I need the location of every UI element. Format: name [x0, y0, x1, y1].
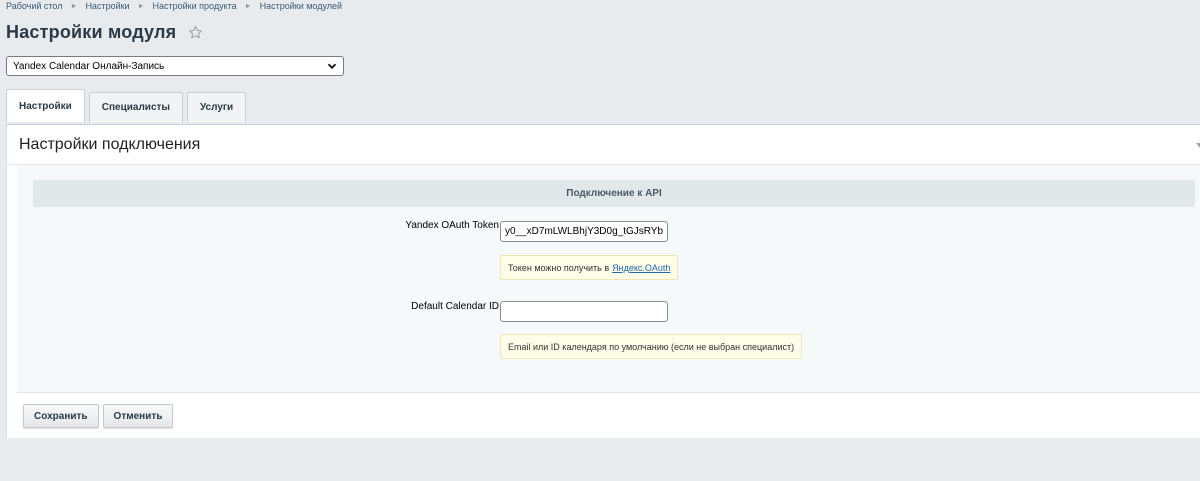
chevron-right-icon: ► — [244, 2, 252, 10]
oauth-token-label: Yandex OAuth Token — [405, 220, 499, 231]
panel-header: Настройки подключения — [7, 125, 1200, 165]
title-row: Настройки модуля — [6, 22, 203, 43]
breadcrumb-item-product-settings[interactable]: Настройки продукта — [153, 1, 237, 11]
save-button[interactable]: Сохранить — [23, 404, 99, 428]
yandex-oauth-link[interactable]: Яндекс.OAuth — [612, 263, 670, 273]
collapse-arrow-icon[interactable] — [1196, 143, 1200, 149]
tab-services[interactable]: Услуги — [186, 92, 247, 122]
oauth-token-input[interactable] — [500, 221, 668, 242]
breadcrumb: Рабочий стол ► Настройки ► Настройки про… — [6, 1, 342, 11]
calendar-id-input[interactable] — [500, 301, 668, 322]
tab-bar: Настройки Специалисты Услуги — [6, 89, 250, 122]
chevron-right-icon: ► — [70, 2, 78, 10]
breadcrumb-item-settings[interactable]: Настройки — [85, 1, 129, 11]
breadcrumb-item-desktop[interactable]: Рабочий стол — [6, 1, 63, 11]
module-select[interactable]: Yandex Calendar Онлайн-Запись — [6, 56, 344, 76]
tab-specialists[interactable]: Специалисты — [88, 92, 183, 122]
breadcrumb-item-module-settings[interactable]: Настройки модулей — [260, 1, 342, 11]
star-icon[interactable] — [188, 25, 203, 40]
section-heading: Подключение к API — [33, 180, 1195, 207]
chevron-right-icon: ► — [137, 2, 145, 10]
oauth-token-hint-text: Токен можно получить в — [508, 262, 610, 273]
calendar-id-label: Default Calendar ID — [411, 301, 499, 312]
tab-settings[interactable]: Настройки — [6, 89, 85, 122]
calendar-id-hint-text: Email или ID календаря по умолчанию (есл… — [508, 341, 795, 352]
page-title: Настройки модуля — [6, 22, 177, 42]
module-select-value: Yandex Calendar Онлайн-Запись — [13, 60, 165, 72]
footer-buttons: Сохранить Отменить — [23, 404, 177, 428]
chevron-down-icon — [327, 63, 337, 70]
oauth-token-hint: Токен можно получить в Яндекс.OAuth — [500, 255, 679, 280]
cancel-button[interactable]: Отменить — [102, 404, 174, 428]
calendar-id-hint: Email или ID календаря по умолчанию (есл… — [500, 334, 803, 359]
panel-title: Настройки подключения — [19, 135, 201, 153]
form-area: Подключение к API Yandex OAuth Token Ток… — [17, 165, 1200, 393]
settings-panel: Настройки подключения Подключение к API … — [6, 124, 1200, 438]
